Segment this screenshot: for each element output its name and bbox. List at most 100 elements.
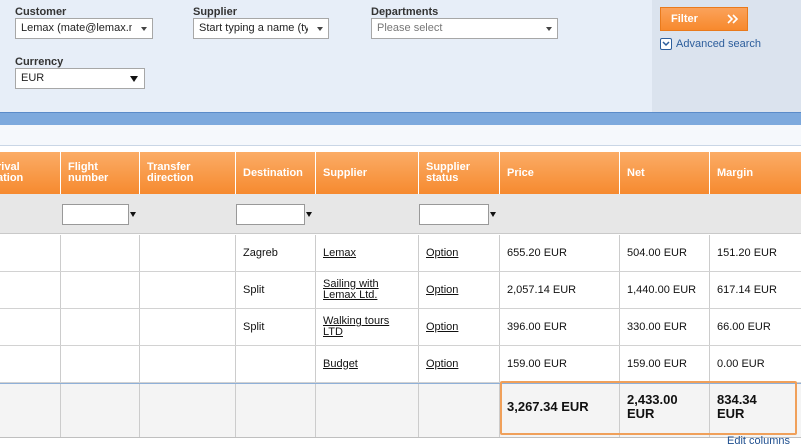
filter-panel: Customer Lemax (mate@lemax.n Supplier St… — [0, 0, 801, 112]
table-row[interactable]: Zagreb Lemax Option 655.20 EUR 504.00 EU… — [0, 235, 801, 272]
totals-empty-cell — [61, 384, 140, 437]
arrival-cell — [0, 272, 61, 308]
column-header-price[interactable]: Price — [500, 152, 620, 194]
destination-cell: Split — [236, 309, 316, 345]
filter-button[interactable]: Filter — [660, 7, 748, 31]
column-header-label: Supplier status — [426, 161, 471, 184]
net-cell: 1,440.00 EUR — [620, 272, 710, 308]
supplier-status-cell: Option — [419, 272, 500, 308]
transfer-direction-cell — [140, 272, 236, 308]
totals-empty-cell — [140, 384, 236, 437]
transfer-direction-cell — [140, 309, 236, 345]
status-link[interactable]: Option — [426, 247, 458, 259]
supplier-link[interactable]: Lemax — [323, 247, 356, 259]
column-header-supplier[interactable]: Supplier — [316, 152, 419, 194]
grid-filter-row — [0, 194, 801, 234]
currency-select[interactable]: EUR — [15, 68, 145, 89]
table-row[interactable]: Budget Option 159.00 EUR 159.00 EUR 0.00… — [0, 346, 801, 383]
chevron-down-icon — [141, 27, 147, 31]
advanced-search-toggle[interactable]: Advanced search — [660, 37, 761, 51]
chevron-down-icon — [546, 27, 552, 31]
customer-label: Customer — [15, 6, 67, 18]
flight-number-cell — [61, 235, 140, 271]
price-cell: 2,057.14 EUR — [500, 272, 620, 308]
edit-columns-link[interactable]: Edit columns — [727, 435, 790, 447]
supplier-cell: Sailing with Lemax Ltd. — [316, 272, 419, 308]
column-header-label: Transfer direction — [147, 161, 194, 184]
supplier-cell: Walking tours LTD — [316, 309, 419, 345]
transfer-direction-cell — [140, 346, 236, 382]
chevron-down-icon — [130, 76, 138, 82]
arrival-cell — [0, 235, 61, 271]
supplier-link[interactable]: Budget — [323, 358, 358, 370]
departments-placeholder: Please select — [377, 22, 443, 34]
chevron-down-icon — [660, 38, 672, 50]
margin-cell: 151.20 EUR — [717, 246, 777, 259]
column-header-transfer-direction[interactable]: Transfer direction — [140, 152, 236, 194]
column-header-arrival[interactable]: rival ation — [0, 152, 61, 194]
totals-empty-cell — [419, 384, 500, 437]
supplier-value: Start typing a name (ty — [199, 22, 308, 34]
margin-cell: 617.14 EUR — [717, 283, 777, 296]
status-link[interactable]: Option — [426, 284, 458, 296]
section-divider — [0, 112, 801, 125]
chevron-down-icon[interactable] — [130, 212, 136, 217]
destination-filter-input[interactable] — [236, 204, 305, 225]
totals-empty-cell — [0, 384, 61, 437]
column-header-destination[interactable]: Destination — [236, 152, 316, 194]
customer-value: Lemax (mate@lemax.n — [21, 22, 132, 34]
supplier-status-cell: Option — [419, 235, 500, 271]
departments-select[interactable]: Please select — [371, 18, 558, 39]
flight-number-cell — [61, 272, 140, 308]
chevron-down-icon — [317, 27, 323, 31]
column-header-margin[interactable]: Margin — [710, 152, 801, 194]
customer-select[interactable]: Lemax (mate@lemax.n — [15, 18, 153, 39]
totals-empty-cell — [316, 384, 419, 437]
destination-cell: Zagreb — [236, 235, 316, 271]
net-cell: 504.00 EUR — [620, 235, 710, 271]
price-cell: 396.00 EUR — [500, 309, 620, 345]
column-header-label: Price — [507, 166, 534, 179]
status-link[interactable]: Option — [426, 321, 458, 333]
grid-toolbar — [0, 125, 801, 146]
destination-cell — [236, 346, 316, 382]
supplier-select[interactable]: Start typing a name (ty — [193, 18, 329, 39]
supplier-status-cell: Option — [419, 309, 500, 345]
grid-header: rival ation Flight number Transfer direc… — [0, 152, 801, 194]
chevron-down-icon[interactable] — [490, 212, 496, 217]
table-row[interactable]: Split Sailing with Lemax Ltd. Option 2,0… — [0, 272, 801, 309]
totals-highlight — [500, 381, 797, 435]
margin-cell: 0.00 EUR — [717, 357, 765, 370]
chevron-down-icon[interactable] — [306, 212, 312, 217]
flight-number-cell — [61, 346, 140, 382]
column-header-label: Net — [627, 166, 645, 179]
supplier-link[interactable]: Sailing with Lemax Ltd. — [323, 279, 379, 301]
column-header-supplier-status[interactable]: Supplier status — [419, 152, 500, 194]
currency-value: EUR — [21, 72, 45, 84]
column-header-label: rival ation — [0, 161, 24, 184]
totals-empty-cell — [236, 384, 316, 437]
net-cell: 159.00 EUR — [620, 346, 710, 382]
column-header-label: Flight number — [68, 161, 109, 184]
margin-cell: 66.00 EUR — [717, 320, 771, 333]
table-row[interactable]: Split Walking tours LTD Option 396.00 EU… — [0, 309, 801, 346]
flight-number-filter-input[interactable] — [62, 204, 129, 225]
supplier-cell: Budget — [316, 346, 419, 382]
supplier-status-filter-input[interactable] — [419, 204, 489, 225]
arrival-cell — [0, 309, 61, 345]
double-chevron-right-icon — [727, 14, 739, 24]
column-header-label: Supplier — [323, 166, 368, 179]
status-link[interactable]: Option — [426, 358, 458, 370]
supplier-link[interactable]: Walking tours LTD — [323, 316, 389, 338]
currency-label: Currency — [15, 56, 64, 68]
transfer-direction-cell — [140, 235, 236, 271]
flight-number-cell — [61, 309, 140, 345]
supplier-cell: Lemax — [316, 235, 419, 271]
arrival-cell — [0, 346, 61, 382]
column-header-flight-number[interactable]: Flight number — [61, 152, 140, 194]
column-header-label: Margin — [717, 166, 754, 179]
advanced-search-link: Advanced search — [676, 38, 761, 50]
price-cell: 159.00 EUR — [500, 346, 620, 382]
column-header-net[interactable]: Net — [620, 152, 710, 194]
column-header-label: Destination — [243, 166, 303, 179]
